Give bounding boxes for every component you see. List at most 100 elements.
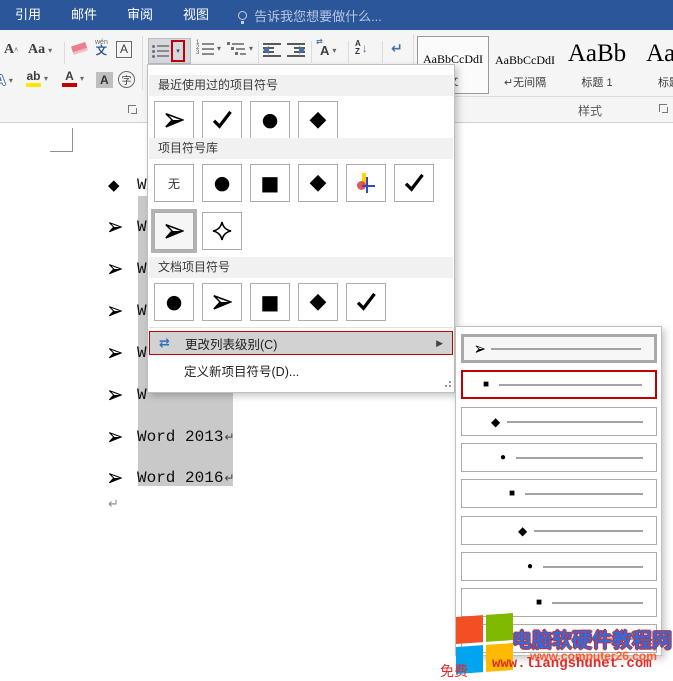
change-case-icon: Aa bbox=[28, 42, 45, 58]
list-bullet-icon bbox=[108, 262, 122, 276]
sort-button[interactable]: AZ ↓ bbox=[355, 40, 368, 56]
paragraph-dialog-launcher[interactable] bbox=[128, 105, 137, 114]
decrease-indent-button[interactable] bbox=[263, 43, 281, 57]
list-level-option-7[interactable]: ● bbox=[461, 552, 657, 581]
bullet-tile-check[interactable] bbox=[202, 101, 242, 139]
font-color-button[interactable]: A ▾ bbox=[62, 70, 84, 87]
bullet-square-icon: ■ bbox=[536, 597, 542, 608]
numbered-list-icon: 1 2 3 bbox=[196, 42, 214, 55]
list-bullet-icon bbox=[108, 304, 122, 318]
bullet-tile-circle[interactable]: ● bbox=[250, 101, 290, 139]
level-bullet: ● bbox=[527, 562, 533, 572]
ribbon-tab-邮件[interactable]: 邮件 bbox=[56, 0, 112, 30]
styles-dialog-launcher[interactable] bbox=[659, 104, 668, 113]
list-level-submenu: ■ ◆ ● ■ ◆ ● ■ bbox=[455, 326, 662, 656]
character-border-icon: A bbox=[116, 41, 132, 58]
multilevel-list-button[interactable]: ▾ bbox=[227, 42, 253, 55]
level-bullet: ■ bbox=[483, 380, 489, 390]
bullet-circle-icon: ● bbox=[527, 561, 533, 572]
level-bullet: ● bbox=[500, 453, 506, 463]
chevron-down-icon: ▾ bbox=[249, 44, 253, 53]
numbering-button[interactable]: 1 2 3 ▾ bbox=[196, 42, 221, 55]
increase-indent-button[interactable] bbox=[287, 43, 305, 57]
increase-indent-icon bbox=[287, 43, 305, 57]
submenu-arrow-icon: ▶ bbox=[436, 338, 443, 349]
decrease-indent-icon bbox=[263, 43, 281, 57]
bullet-tile-square[interactable]: ■ bbox=[250, 283, 290, 321]
multilevel-list-icon bbox=[227, 42, 246, 55]
tell-me-label: 告诉我您想要做什么... bbox=[254, 6, 382, 25]
bullets-button[interactable]: ▾ bbox=[148, 38, 191, 64]
list-item-text: W bbox=[137, 176, 147, 194]
bullet-square-icon: ■ bbox=[261, 292, 280, 312]
watermark-url-red: www.liangshunet.com bbox=[492, 656, 652, 672]
watermark-corner-text: 免费 bbox=[440, 661, 468, 681]
bullet-tile-arrow[interactable] bbox=[154, 212, 194, 250]
text-effects-button[interactable]: A▾ bbox=[0, 72, 13, 89]
character-shading-button[interactable]: A bbox=[96, 72, 113, 88]
change-case-button[interactable]: Aa▾ bbox=[28, 42, 52, 58]
style-preview: AaBbCcDdI bbox=[495, 53, 555, 68]
ribbon-tab-bar: 引用邮件审阅视图 告诉我您想要做什么... bbox=[0, 0, 673, 30]
resize-grip-icon[interactable] bbox=[443, 381, 451, 389]
define-new-bullet-item[interactable]: 定义新项目符号(D)... bbox=[149, 358, 453, 382]
list-level-option-1[interactable] bbox=[461, 334, 657, 363]
ribbon-tab-审阅[interactable]: 审阅 bbox=[112, 0, 168, 30]
bullet-tile-colorful[interactable] bbox=[346, 164, 386, 202]
list-level-option-3[interactable]: ◆ bbox=[461, 407, 657, 436]
style-tile-1[interactable]: AaBbCcDdI↵无间隔 bbox=[489, 36, 561, 94]
bullet-tile-circle[interactable]: ● bbox=[202, 164, 242, 202]
chevron-down-icon: ▾ bbox=[48, 46, 52, 55]
list-level-option-6[interactable]: ◆ bbox=[461, 516, 657, 545]
ribbon-tab-视图[interactable]: 视图 bbox=[168, 0, 224, 30]
style-preview: AaB bbox=[646, 40, 673, 68]
phonetic-guide-button[interactable]: wén 文 bbox=[95, 39, 108, 57]
list-level-option-5[interactable]: ■ bbox=[461, 479, 657, 508]
enclose-characters-button[interactable]: 字 bbox=[118, 71, 135, 88]
shrink-font-button[interactable]: A˄ bbox=[4, 42, 18, 58]
level-text-line bbox=[543, 566, 643, 568]
bullets-dropdown-arrow[interactable]: ▾ bbox=[171, 40, 185, 62]
level-text-line bbox=[499, 384, 642, 386]
bullet-tile-square[interactable]: ■ bbox=[250, 164, 290, 202]
style-tile-2[interactable]: AaBb标题 1 bbox=[561, 36, 633, 94]
bullet-tile-diamond[interactable]: ◆ bbox=[298, 101, 338, 139]
list-bullet-icon bbox=[108, 471, 122, 485]
list-item-text: W bbox=[137, 260, 147, 278]
recent-bullets-header: 最近使用过的项目符号 bbox=[149, 75, 453, 96]
paragraph-mark: ↵ bbox=[224, 430, 234, 444]
bullet-tile-arrow[interactable] bbox=[202, 283, 242, 321]
highlight-color-button[interactable]: ab ▾ bbox=[26, 70, 48, 87]
bullet-tile-check[interactable] bbox=[346, 283, 386, 321]
asian-layout-button[interactable]: ⇄A ▾ bbox=[320, 43, 336, 58]
bullet-tile-circle[interactable]: ● bbox=[154, 283, 194, 321]
divider bbox=[311, 41, 312, 63]
tell-me-search[interactable]: 告诉我您想要做什么... bbox=[238, 6, 382, 25]
bullet-check-icon bbox=[404, 173, 424, 193]
bullet-tile-arrow[interactable] bbox=[154, 101, 194, 139]
sort-icon: AZ ↓ bbox=[355, 40, 368, 56]
bullet-none-label: 无 bbox=[168, 175, 180, 192]
style-tile-3[interactable]: AaB标题 bbox=[633, 36, 673, 94]
character-shading-icon: A bbox=[96, 72, 113, 88]
ribbon-tab-引用[interactable]: 引用 bbox=[0, 0, 56, 30]
change-list-level-item[interactable]: ⇄ 更改列表级别(C) ▶ bbox=[149, 331, 453, 355]
clear-formatting-button[interactable] bbox=[72, 44, 87, 53]
chevron-down-icon: ▾ bbox=[332, 46, 336, 55]
bullet-tile-star4[interactable] bbox=[202, 212, 242, 250]
bullet-tile-diamond[interactable]: ◆ bbox=[298, 164, 338, 202]
bullet-tile-none[interactable]: 无 bbox=[154, 164, 194, 202]
level-text-line bbox=[516, 457, 643, 459]
list-bullet-icon bbox=[108, 430, 122, 444]
list-level-option-2[interactable]: ■ bbox=[461, 370, 657, 399]
chevron-down-icon: ▾ bbox=[80, 74, 84, 83]
character-border-button[interactable]: A bbox=[116, 41, 132, 58]
show-marks-button[interactable]: ↵ bbox=[391, 40, 403, 57]
bullet-tile-diamond[interactable]: ◆ bbox=[298, 283, 338, 321]
menu-separator bbox=[149, 327, 453, 328]
bullet-square-icon: ■ bbox=[509, 488, 515, 499]
bullet-circle-icon: ● bbox=[166, 293, 183, 312]
list-level-option-4[interactable]: ● bbox=[461, 443, 657, 472]
bullet-tile-check[interactable] bbox=[394, 164, 434, 202]
style-preview: AaBb bbox=[568, 40, 626, 68]
